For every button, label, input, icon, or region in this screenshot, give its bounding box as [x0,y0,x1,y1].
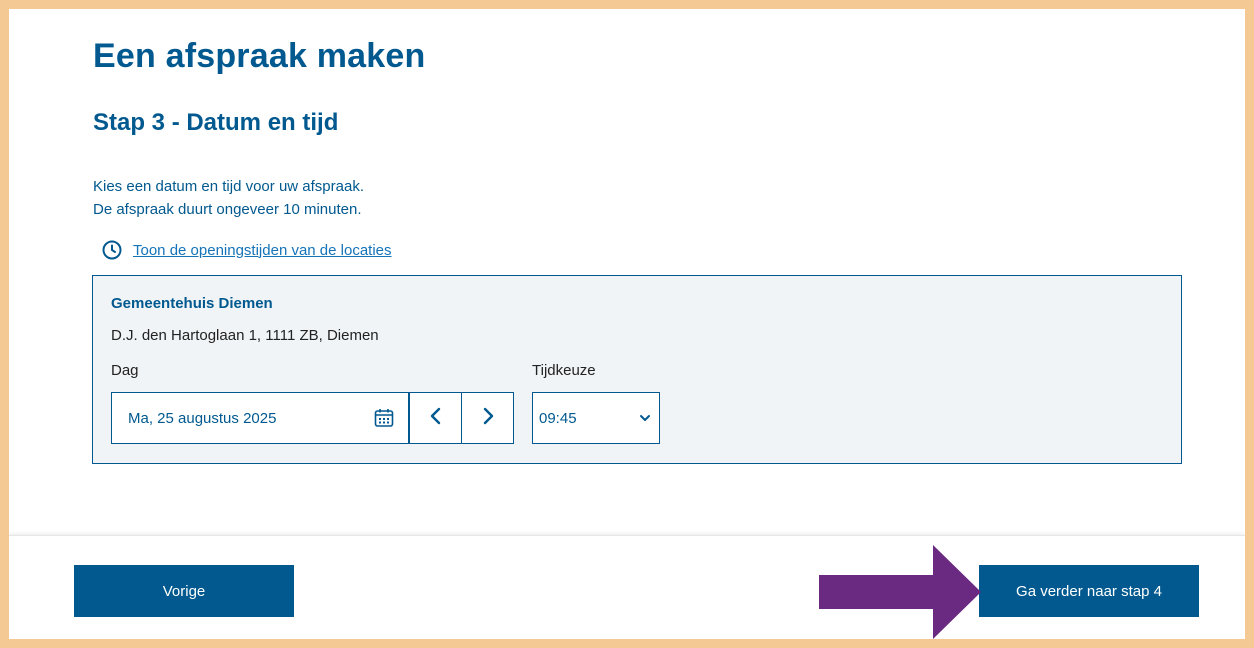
chevron-right-icon [481,407,495,430]
chevron-down-icon [639,410,651,427]
intro-text: Kies een datum en tijd voor uw afspraak.… [93,175,364,221]
page-frame: Een afspraak maken Stap 3 - Datum en tij… [9,9,1245,639]
date-value: Ma, 25 augustus 2025 [128,409,277,427]
chevron-left-icon [429,407,443,430]
date-input[interactable]: Ma, 25 augustus 2025 [111,392,409,444]
opening-hours-link-text[interactable]: Toon de openingstijden van de locaties [133,242,392,259]
next-day-button[interactable] [461,392,514,444]
time-value: 09:45 [539,409,577,427]
location-panel: Gemeentehuis Diemen D.J. den Hartoglaan … [92,275,1182,464]
intro-line-2: De afspraak duurt ongeveer 10 minuten. [93,201,362,218]
opening-hours-link[interactable]: Toon de openingstijden van de locaties [101,239,392,261]
footer-bar: Vorige Ga verder naar stap 4 [9,535,1245,639]
step-title: Stap 3 - Datum en tijd [93,109,339,136]
intro-line-1: Kies een datum en tijd voor uw afspraak. [93,178,364,195]
previous-day-button[interactable] [409,392,462,444]
arrow-right-icon [819,545,981,639]
location-address: D.J. den Hartoglaan 1, 1111 ZB, Diemen [111,327,379,344]
clock-icon [101,239,123,261]
time-select[interactable]: 09:45 [532,392,660,444]
time-label: Tijdkeuze [532,362,596,379]
calendar-icon[interactable] [374,408,394,428]
location-name: Gemeentehuis Diemen [111,295,273,312]
previous-button[interactable]: Vorige [74,565,294,617]
day-label: Dag [111,362,139,379]
page-title: Een afspraak maken [93,37,426,75]
next-step-button[interactable]: Ga verder naar stap 4 [979,565,1199,617]
